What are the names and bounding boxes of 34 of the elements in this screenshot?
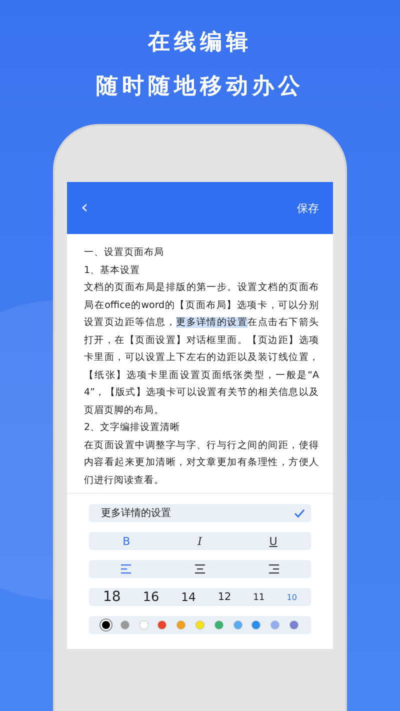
bold-button[interactable]: B [118,534,134,548]
paragraph: 文档的页面布局是排版的第一步。设置文档的页面布局在office的word的【页面布局】选项卡，可以分别设置页边距等信息，更多详情的设置在点击右下箭头打开，在【页面设置】对话框里面。【页边距】选项卡里面，可以设置上下左右的边距以及装订线位置，【纸张】选项卡里面设置页面纸张类型，一般是“A4”，【版式】选项卡可以设置有关节的相关信息以及页眉页脚的布局。 [84,281,319,418]
color-swatch[interactable] [102,621,110,629]
underline-button[interactable]: U [265,534,282,548]
align-center-icon[interactable] [194,564,206,574]
align-left-icon[interactable] [120,564,132,574]
font-size-option[interactable]: 11 [249,592,269,602]
color-swatch[interactable] [252,621,260,629]
font-size-option[interactable]: 14 [177,590,200,604]
heading: 一、设置页面布局 [84,246,165,260]
option-label: 更多详情的设置 [101,506,171,520]
headline: 在线编辑 [148,29,252,57]
font-size-option[interactable]: 18 [99,589,125,605]
font-size-option[interactable]: 16 [138,590,164,604]
option-row[interactable]: 更多详情的设置 [89,504,311,522]
color-swatch[interactable] [120,621,129,629]
color-swatch[interactable] [140,621,148,629]
back-button[interactable]: ‹ [77,197,92,219]
color-swatch[interactable] [196,621,204,629]
paragraph: 在页面设置中调整字与字、行与行之间的间距，使得内容看起来更加清晰，对文章更加有条理性，方便人们进行阅读查看。 [84,438,319,488]
color-swatch[interactable] [234,621,242,629]
color-swatch[interactable] [290,621,298,629]
align-right-icon[interactable] [268,564,280,574]
italic-button[interactable]: I [194,534,206,548]
font-size-option[interactable]: 12 [214,591,236,603]
color-swatch[interactable] [271,621,280,629]
headline: 随时随地移动办公 [96,73,304,101]
subheading: 1、基本设置 [84,264,142,278]
color-swatch[interactable] [214,621,223,629]
font-size-option[interactable]: 10 [282,592,301,602]
color-swatch[interactable] [158,621,166,629]
subheading: 2、文字编排设置清晰 [84,421,182,435]
save-button[interactable]: 保存 [293,198,323,218]
color-swatch[interactable] [177,621,186,629]
